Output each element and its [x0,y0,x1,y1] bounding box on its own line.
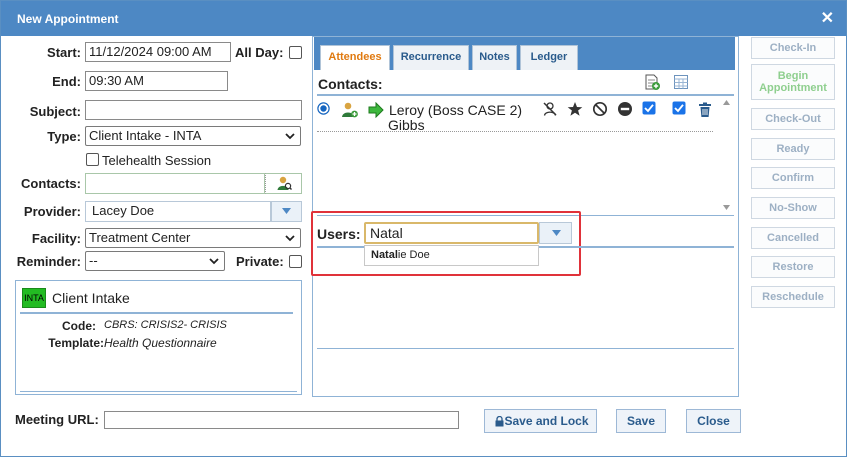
type-label: Type: [47,129,81,144]
contacts-lookup-button[interactable] [265,173,302,194]
dialog-title: New Appointment [17,12,119,26]
appointment-dialog: New Appointment ✕ Start: 11/12/2024 09:0… [0,0,847,457]
subject-label: Subject: [29,104,81,119]
users-label: Users: [317,226,361,242]
chevron-down-icon [285,133,295,140]
facility-select-value: Treatment Center [89,230,191,245]
begin-appointment-button[interactable]: Begin Appointment [751,64,835,100]
primary-radio[interactable] [317,102,330,115]
save-and-lock-button[interactable]: Save and Lock [484,409,597,433]
divider [317,348,734,349]
allday-label: All Day: [235,45,284,60]
telehealth-label: Telehealth Session [102,153,212,168]
save-button[interactable]: Save [616,409,666,433]
scroll-up-icon[interactable] [723,100,730,105]
trash-icon[interactable] [698,102,712,118]
caret-down-icon [552,230,561,236]
meeting-url-input[interactable] [104,411,459,429]
suggestion-rest-text: ie Doe [397,249,430,261]
meeting-url-label: Meeting URL: [15,412,99,427]
end-label: End: [52,74,81,89]
block-icon[interactable] [592,101,608,117]
type-select-value: Client Intake - INTA [89,128,202,143]
allday-checkbox[interactable] [289,46,302,59]
provider-input[interactable]: Lacey Doe [85,201,271,222]
arrow-right-icon[interactable] [368,102,384,118]
reschedule-button[interactable]: Reschedule [751,286,835,308]
users-dropdown-button[interactable] [539,222,572,244]
attendee-contacts-label: Contacts: [318,76,383,92]
provider-label: Provider: [23,204,81,219]
person-search-icon [277,176,292,190]
divider [317,94,734,96]
code-label: Code: [62,319,96,333]
divider [20,312,293,314]
contacts-scrollbar[interactable] [720,97,733,214]
private-label: Private: [236,254,284,269]
subject-input[interactable] [85,100,302,120]
provider-dropdown-button[interactable] [271,201,302,222]
start-input[interactable]: 11/12/2024 09:00 AM [85,42,231,62]
facility-select[interactable]: Treatment Center [85,228,301,248]
check-in-button[interactable]: Check-In [751,37,835,59]
add-person-icon[interactable] [341,101,359,119]
type-card-title: Client Intake [52,290,130,306]
confirm-button[interactable]: Confirm [751,167,835,189]
contact-name: Leroy (Boss CASE 2) [389,102,523,118]
scroll-down-icon[interactable] [723,205,730,210]
reminder-select-value: -- [89,253,98,268]
checkbox-checked-icon[interactable] [642,101,656,115]
title-bar: New Appointment ✕ [1,1,846,36]
calendar-grid-icon[interactable] [673,74,689,90]
restore-button[interactable]: Restore [751,256,835,278]
user-suggestion-item[interactable]: Natalie Doe [364,245,539,266]
ready-button[interactable]: Ready [751,138,835,160]
chevron-down-icon [209,258,219,265]
users-search-input[interactable]: Natal [364,222,539,244]
reminder-label: Reminder: [16,254,81,269]
type-badge: INTA [22,288,46,308]
reminder-select[interactable]: -- [85,251,225,271]
close-icon[interactable]: ✕ [821,8,834,28]
caret-down-icon [282,208,291,214]
tab-ledger[interactable]: Ledger [520,45,578,70]
contacts-input[interactable] [85,173,265,194]
facility-label: Facility: [31,231,81,246]
no-user-icon[interactable] [542,101,558,117]
private-checkbox[interactable] [289,255,302,268]
start-label: Start: [47,45,81,60]
cancelled-button[interactable]: Cancelled [751,227,835,249]
suggestion-match-text: Natal [371,249,398,261]
divider [20,391,297,392]
check-out-button[interactable]: Check-Out [751,108,835,130]
telehealth-checkbox[interactable] [86,153,99,166]
add-note-icon[interactable] [643,73,661,91]
end-input[interactable]: 09:30 AM [85,71,228,91]
tab-notes[interactable]: Notes [472,45,517,70]
checkbox-checked-icon[interactable] [672,101,686,115]
type-details-card: INTA Client Intake Code: CBRS: CRISIS2- … [15,280,302,395]
code-value: CBRS: CRISIS2- CRISIS [104,319,227,331]
close-button[interactable]: Close [686,409,741,433]
type-select[interactable]: Client Intake - INTA [85,126,301,146]
contacts-label: Contacts: [21,176,81,191]
chevron-down-icon [285,235,295,242]
star-icon[interactable] [567,101,583,117]
row-divider [317,131,713,132]
tab-bar: Attendees Recurrence Notes Ledger [314,37,735,70]
tab-recurrence[interactable]: Recurrence [393,45,469,70]
template-value: Health Questionnaire [104,336,217,350]
tab-attendees[interactable]: Attendees [320,45,390,70]
no-show-button[interactable]: No-Show [751,197,835,219]
save-and-lock-label: Save and Lock [504,414,589,428]
template-label: Template: [48,336,104,350]
remove-circle-icon[interactable] [617,101,633,117]
lock-icon [495,416,504,427]
